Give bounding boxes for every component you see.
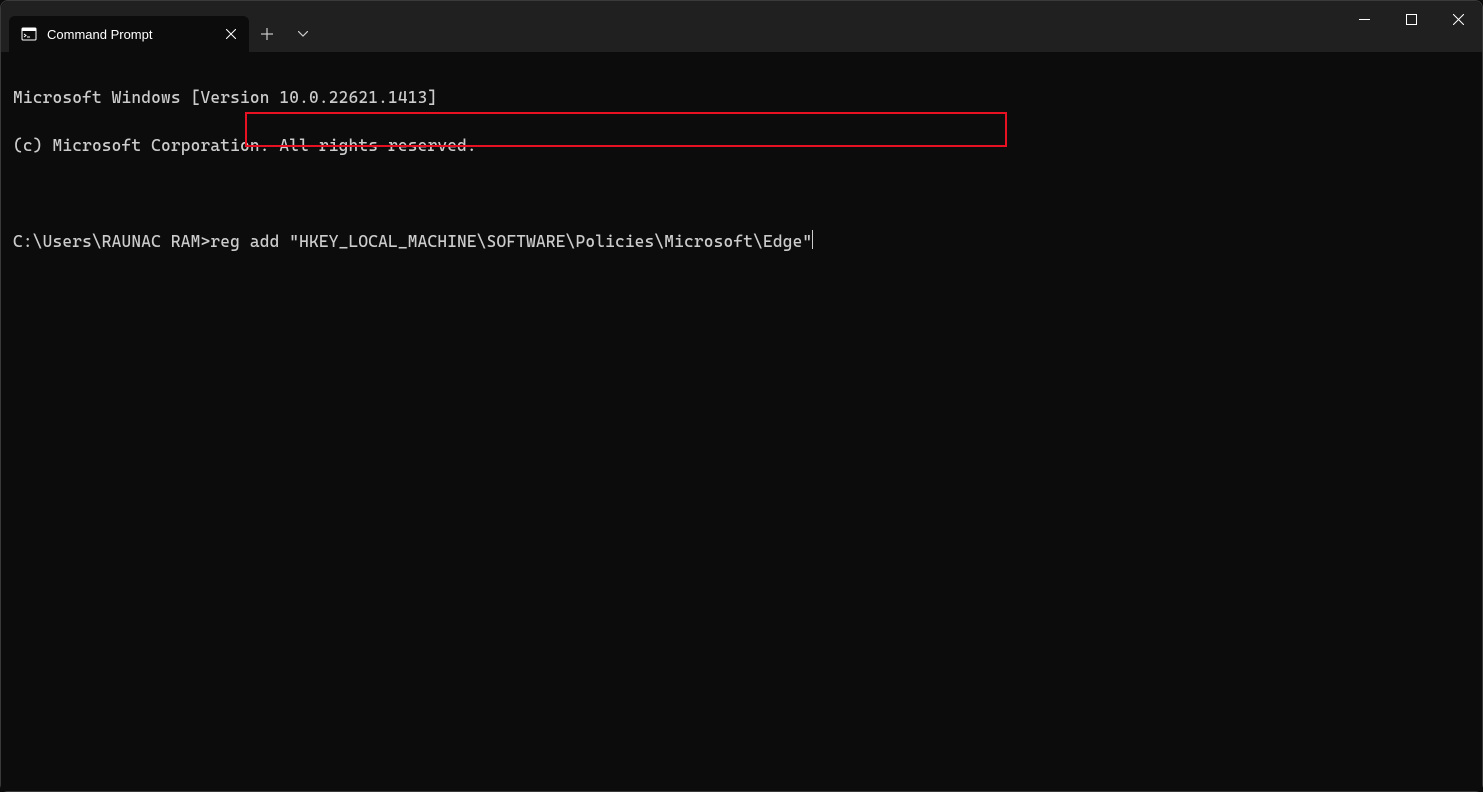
terminal-icon (21, 26, 37, 42)
terminal-cursor (812, 230, 813, 249)
maximize-button[interactable] (1388, 1, 1435, 37)
window-controls (1341, 1, 1482, 37)
close-tab-button[interactable] (223, 26, 239, 42)
tab-command-prompt[interactable]: Command Prompt (9, 16, 249, 52)
terminal-blank-line (13, 182, 1470, 206)
tab-dropdown-button[interactable] (285, 16, 321, 52)
tab-title: Command Prompt (47, 27, 213, 42)
terminal-prompt: C:\Users\RAUNAC RAM> (13, 232, 210, 251)
terminal-line-version: Microsoft Windows [Version 10.0.22621.14… (13, 86, 1470, 110)
terminal-output[interactable]: Microsoft Windows [Version 10.0.22621.14… (1, 52, 1482, 791)
terminal-line-copyright: (c) Microsoft Corporation. All rights re… (13, 134, 1470, 158)
terminal-command: reg add "HKEY_LOCAL_MACHINE\SOFTWARE\Pol… (210, 232, 812, 251)
minimize-button[interactable] (1341, 1, 1388, 37)
new-tab-button[interactable] (249, 16, 285, 52)
close-window-button[interactable] (1435, 1, 1482, 37)
terminal-prompt-line: C:\Users\RAUNAC RAM>reg add "HKEY_LOCAL_… (13, 230, 1470, 254)
window-titlebar: Command Prompt (1, 1, 1482, 52)
tabs-row: Command Prompt (1, 1, 321, 52)
